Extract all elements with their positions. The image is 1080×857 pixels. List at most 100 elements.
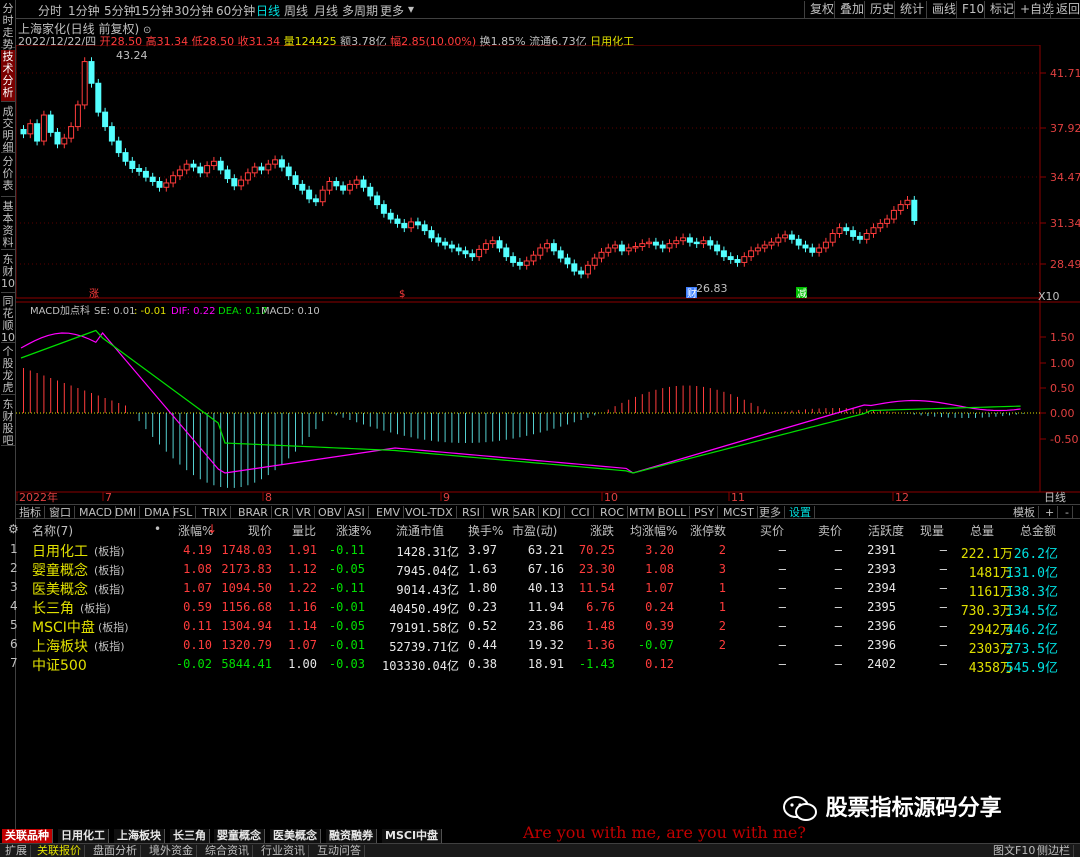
indicator-tab-8[interactable]: CR <box>271 506 294 519</box>
sidebar-item-4[interactable]: 基本资料 <box>1 200 15 250</box>
indicator-tab-6[interactable]: TRIX <box>199 506 232 519</box>
table-row[interactable]: 6 上海板块 (板指) 0.10 1320.79 1.07 -0.01 52739.71亿 0.… <box>0 636 1080 657</box>
sidebar-item-8[interactable]: 东财股吧 <box>1 398 15 447</box>
col-header-15[interactable]: 总量 <box>970 522 994 539</box>
indicator-tab-24[interactable]: 更多 <box>756 506 785 519</box>
table-row[interactable]: 4 长三角 (板指) 0.59 1156.68 1.16 -0.01 40450.49亿 0.2… <box>0 598 1080 619</box>
indicator-tab-19[interactable]: ROC <box>597 506 628 519</box>
indicator-tab-14[interactable]: RSI <box>459 506 484 519</box>
status-item-1[interactable]: 关联报价 <box>34 845 85 857</box>
gear-icon[interactable]: ⚙ <box>8 522 19 536</box>
indicator-tab-20[interactable]: MTM <box>626 506 659 519</box>
col-header-9[interactable]: 均涨幅% <box>630 522 677 539</box>
indicator-right-0[interactable]: 模板 <box>1010 506 1039 519</box>
period-4[interactable]: 30分钟 <box>174 2 213 19</box>
col-header-11[interactable]: 买价 <box>760 522 784 539</box>
row-name[interactable]: MSCI中盘 <box>32 617 95 637</box>
status-right-0[interactable]: 图文F10 <box>990 845 1040 857</box>
col-header-4[interactable]: 涨速% <box>336 522 371 539</box>
indicator-tab-4[interactable]: DMA <box>141 506 174 519</box>
kline-chart[interactable]: 41.71 37.92 34.47 31.34 28.49 43.24 26.83 涨 $ 财 减 X… <box>16 45 1080 505</box>
row-name[interactable]: 婴童概念 <box>32 560 88 580</box>
col-header-14[interactable]: 现量 <box>920 522 944 539</box>
indicator-tab-11[interactable]: ASI <box>344 506 369 519</box>
related-tab-3[interactable]: 长三角 <box>170 829 210 843</box>
col-header-13[interactable]: 活跃度 <box>868 522 904 539</box>
related-tab-1[interactable]: 日用化工 <box>58 829 109 843</box>
indicator-right-1[interactable]: + <box>1042 506 1059 519</box>
indicator-tab-3[interactable]: DMI <box>112 506 141 519</box>
row-name[interactable]: 长三角 <box>32 598 74 618</box>
sort-desc-icon[interactable]: ↓ <box>207 522 217 536</box>
table-row[interactable]: 3 医美概念 (板指) 1.07 1094.50 1.22 -0.11 9014.43亿 1.8… <box>0 579 1080 600</box>
row-name[interactable]: 日用化工 <box>32 541 88 561</box>
indicator-tab-16[interactable]: SAR <box>510 506 540 519</box>
status-item-2[interactable]: 盘面分析 <box>90 845 141 857</box>
period-8[interactable]: 月线 <box>314 2 338 19</box>
indicator-tab-12[interactable]: EMV <box>373 506 404 519</box>
col-header-8[interactable]: 涨跌 <box>590 522 614 539</box>
period-9[interactable]: 多周期 <box>342 2 378 19</box>
period-10[interactable]: 更多 <box>380 2 404 19</box>
row-name[interactable]: 上海板块 <box>32 636 88 656</box>
sidebar-item-0[interactable]: 分时走势 <box>1 2 15 51</box>
indicator-tab-17[interactable]: KDJ <box>539 506 565 519</box>
period-5[interactable]: 60分钟 <box>216 2 255 19</box>
period-6[interactable]: 日线 <box>256 2 280 19</box>
indicator-tab-13[interactable]: VOL-TDX <box>402 506 457 519</box>
indicator-tab-0[interactable]: 指标 <box>16 506 45 519</box>
sidebar-item-7[interactable]: 个股龙虎 <box>1 345 15 395</box>
row-name[interactable]: 医美概念 <box>32 579 88 599</box>
indicator-tab-1[interactable]: 窗口 <box>46 506 75 519</box>
period-7[interactable]: 周线 <box>284 2 308 19</box>
period-0[interactable]: 分时 <box>38 2 62 19</box>
col-header-6[interactable]: 换手% <box>468 522 503 539</box>
col-header-5[interactable]: 流通市值 <box>396 522 444 539</box>
indicator-tab-2[interactable]: MACD <box>76 506 116 519</box>
indicator-tab-18[interactable]: CCI <box>568 506 594 519</box>
col-header-16[interactable]: 总金额 <box>1020 522 1056 539</box>
indicator-tab-7[interactable]: BRAR <box>235 506 272 519</box>
col-header-10[interactable]: 涨停数 <box>690 522 726 539</box>
col-header-2[interactable]: 现价 <box>248 522 272 539</box>
indicator-tab-25[interactable]: 设置 <box>786 506 815 519</box>
indicator-tab-9[interactable]: VR <box>293 506 316 519</box>
column-menu-icon[interactable]: • <box>154 522 161 536</box>
status-item-6[interactable]: 互动问答 <box>314 845 365 857</box>
sidebar-item-5[interactable]: 东财10 <box>1 253 15 293</box>
period-1[interactable]: 1分钟 <box>68 2 100 19</box>
indicator-tab-23[interactable]: MCST <box>720 506 758 519</box>
toolbar-btn-3[interactable]: 统计 <box>894 1 929 18</box>
row-name[interactable]: 中证500 <box>32 655 87 675</box>
toolbar-btn-8[interactable]: 返回 <box>1050 1 1080 18</box>
related-tab-5[interactable]: 医美概念 <box>270 829 321 843</box>
period-3[interactable]: 15分钟 <box>134 2 173 19</box>
table-row[interactable]: 2 婴童概念 (板指) 1.08 2173.83 1.12 -0.05 7945.04亿 1.6… <box>0 560 1080 581</box>
indicator-right-2[interactable]: - <box>1062 506 1073 519</box>
indicator-tab-5[interactable]: FSL <box>170 506 197 519</box>
more-dropdown-icon[interactable]: ▾ <box>408 2 414 16</box>
status-item-0[interactable]: 扩展 <box>2 845 31 857</box>
related-tab-2[interactable]: 上海板块 <box>114 829 165 843</box>
col-header-0[interactable]: 名称(7) <box>32 522 73 539</box>
related-tab-4[interactable]: 婴童概念 <box>214 829 265 843</box>
status-right-1[interactable]: 侧边栏 <box>1034 845 1074 857</box>
table-row[interactable]: 5 MSCI中盘 (板指) 0.11 1304.94 1.14 -0.05 79191.58亿… <box>0 617 1080 638</box>
indicator-tab-10[interactable]: OBV <box>315 506 346 519</box>
sidebar-item-2[interactable]: 成交明细 <box>1 105 15 154</box>
related-tab-0[interactable]: 关联品种 <box>2 829 53 843</box>
related-tab-7[interactable]: MSCI中盘 <box>382 829 443 843</box>
sidebar-item-6[interactable]: 同花顺10 <box>1 295 15 344</box>
sidebar-item-1[interactable]: 技术分析 <box>1 50 15 102</box>
indicator-tab-21[interactable]: BOLL <box>655 506 691 519</box>
status-item-3[interactable]: 境外资金 <box>146 845 197 857</box>
status-item-4[interactable]: 综合资讯 <box>202 845 253 857</box>
col-header-7[interactable]: 市盈(动) <box>512 522 557 539</box>
related-tab-6[interactable]: 融资融券 <box>326 829 377 843</box>
col-header-3[interactable]: 量比 <box>292 522 316 539</box>
status-item-5[interactable]: 行业资讯 <box>258 845 309 857</box>
indicator-tab-22[interactable]: PSY <box>691 506 719 519</box>
table-row[interactable]: 7 中证500 -0.02 5844.41 1.00 -0.03 103330.04亿 0.3… <box>0 655 1080 676</box>
period-2[interactable]: 5分钟 <box>104 2 136 19</box>
col-header-12[interactable]: 卖价 <box>818 522 842 539</box>
